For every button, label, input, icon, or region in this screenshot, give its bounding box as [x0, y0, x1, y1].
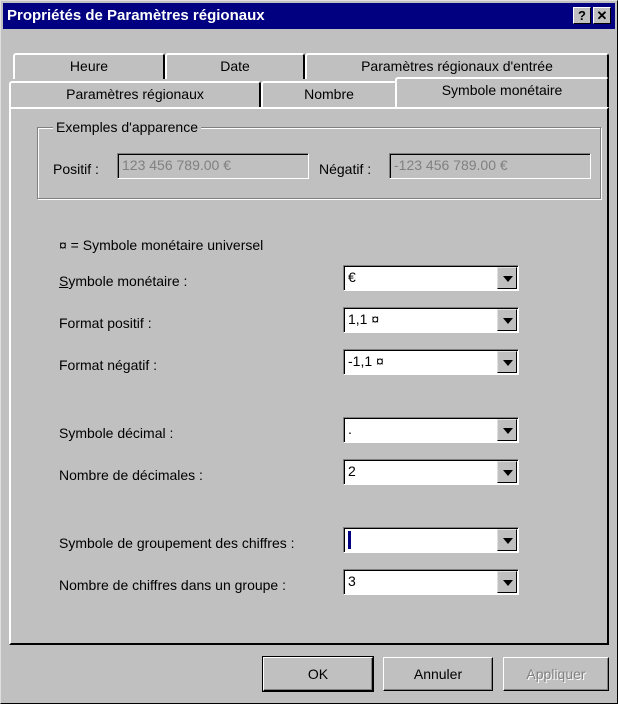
tab-parametres-regionaux[interactable]: Paramètres régionaux	[9, 81, 261, 107]
positive-label: Positif :	[53, 161, 99, 177]
negative-label: Négatif :	[319, 161, 372, 177]
currency-symbol-value: €	[348, 269, 356, 285]
decimal-count-label-text: Nombre de décimales :	[59, 467, 203, 483]
close-button[interactable]: ✕	[593, 7, 611, 24]
decimal-symbol-label-text: Symbole décimal :	[59, 425, 174, 441]
positive-format-label: Format positif :	[59, 315, 152, 331]
currency-symbol-label: Symbole monétaire :	[59, 273, 188, 289]
regional-settings-dialog: Propriétés de Paramètres régionaux ? ✕ H…	[0, 0, 618, 704]
tab-symbole-monetaire[interactable]: Symbole monétaire	[395, 77, 609, 107]
digits-per-group-label: Nombre de chiffres dans un groupe :	[59, 577, 286, 593]
negative-example-field: -123 456 789.00 €	[389, 153, 591, 179]
text-caret	[348, 531, 351, 549]
decimal-count-label: Nombre de décimales :	[59, 467, 203, 483]
cancel-button[interactable]: Annuler	[383, 657, 493, 691]
negative-format-label: Format négatif :	[59, 357, 157, 373]
positive-example-field: 123 456 789.00 €	[117, 153, 309, 179]
chevron-down-icon[interactable]	[497, 529, 517, 551]
examples-legend: Exemples d'apparence	[53, 119, 201, 135]
decimal-symbol-value: .	[348, 421, 352, 437]
help-button[interactable]: ?	[573, 7, 591, 24]
tab-parametres-regionaux-entree[interactable]: Paramètres régionaux d'entrée	[305, 53, 609, 79]
positive-format-combo[interactable]: 1,1 ¤	[343, 307, 519, 333]
tab-nombre[interactable]: Nombre	[261, 81, 397, 107]
chevron-down-icon[interactable]	[497, 461, 517, 483]
decimal-count-value: 2	[348, 463, 356, 479]
decimal-symbol-combo[interactable]: .	[343, 417, 519, 443]
universal-symbol-note: ¤ = Symbole monétaire universel	[59, 237, 264, 253]
currency-symbol-combo[interactable]: €	[343, 265, 519, 291]
title-bar[interactable]: Propriétés de Paramètres régionaux ? ✕	[3, 3, 615, 29]
apply-button[interactable]: Appliquer	[503, 657, 609, 691]
negative-format-combo[interactable]: -1,1 ¤	[343, 349, 519, 375]
currency-symbol-label-text: ymbole monétaire :	[68, 273, 188, 289]
chevron-down-icon[interactable]	[497, 351, 517, 373]
decimal-symbol-label: Symbole décimal :	[59, 425, 173, 441]
positive-format-label-text: Format positif :	[59, 315, 152, 331]
positive-format-value: 1,1 ¤	[348, 311, 380, 327]
digits-per-group-label-text: Nombre de chiffres dans un groupe :	[59, 577, 286, 593]
window-title: Propriétés de Paramètres régionaux	[7, 7, 265, 24]
ok-button[interactable]: OK	[262, 656, 374, 692]
decimal-count-combo[interactable]: 2	[343, 459, 519, 485]
grouping-symbol-label-text: Symbole de groupement des chiffres :	[59, 535, 295, 551]
grouping-symbol-combo[interactable]	[343, 527, 519, 553]
chevron-down-icon[interactable]	[497, 571, 517, 593]
tab-date[interactable]: Date	[165, 53, 305, 79]
tab-heure[interactable]: Heure	[13, 53, 165, 79]
digits-per-group-value: 3	[348, 573, 356, 589]
chevron-down-icon[interactable]	[497, 267, 517, 289]
grouping-symbol-label: Symbole de groupement des chiffres :	[59, 535, 295, 551]
chevron-down-icon[interactable]	[497, 309, 517, 331]
chevron-down-icon[interactable]	[497, 419, 517, 441]
digits-per-group-combo[interactable]: 3	[343, 569, 519, 595]
negative-format-label-text: Format négatif :	[59, 357, 158, 373]
negative-format-value: -1,1 ¤	[348, 353, 384, 369]
